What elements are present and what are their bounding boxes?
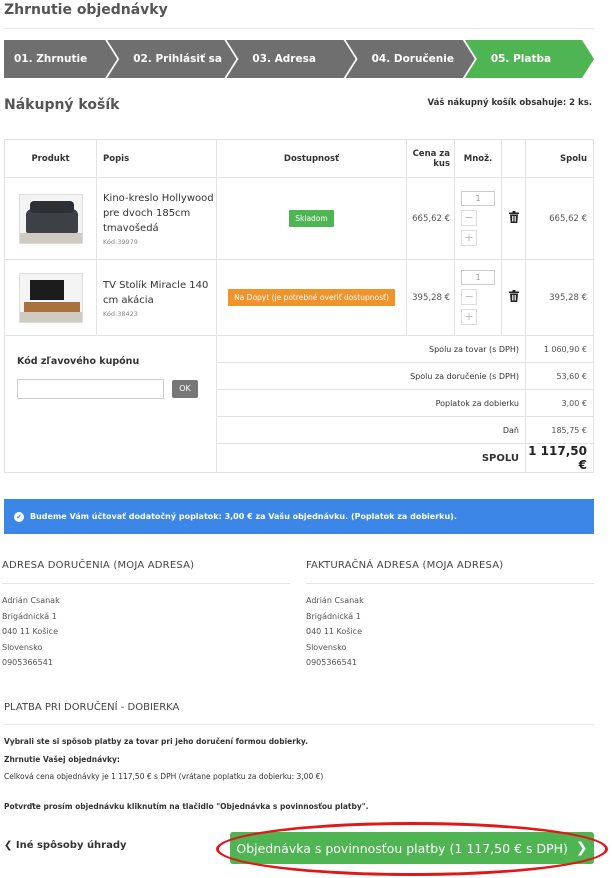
col-delete [501, 139, 526, 178]
status-badge: Skladom [289, 210, 334, 227]
product-name-link[interactable]: TV Stolík Miracle 140 cm akácia [97, 278, 216, 308]
step-summary[interactable]: 01. Zhrnutie [4, 40, 117, 78]
grand-total-value: 1 117,50 € [525, 443, 594, 473]
col-description: Popis [96, 139, 217, 178]
subtotal-goods-value: 1 060,90 € [525, 335, 594, 363]
checkout-steps: 01. Zhrnutie 02. Prihlásiť sa 03. Adresa… [4, 40, 594, 78]
address-line: 040 11 Košice [306, 627, 362, 636]
quantity-decrease-button[interactable]: − [461, 210, 477, 226]
coupon-ok-button[interactable]: OK [172, 380, 198, 398]
delivery-address-title: ADRESA DORUČENIA (MOJA ADRESA) [2, 560, 290, 584]
address-line: 0905366541 [306, 658, 357, 667]
tax-label: Daň [216, 416, 526, 444]
delivery-total-label: Spolu za doručenie (s DPH) [216, 362, 526, 390]
quantity-input[interactable]: 1 [461, 270, 495, 285]
address-line: Brigádnická 1 [306, 611, 361, 621]
billing-address-title: FAKTURAČNÁ ADRESA (MOJA ADRESA) [306, 560, 594, 584]
coupon-label: Kód zľavového kupónu [17, 356, 140, 367]
table-row: Kino-kreslo Hollywood pre dvoch 185cm tm… [4, 177, 594, 260]
unit-price: 665,62 € [406, 177, 455, 260]
availability-cell: Na Dopyt (je potrebné overiť dostupnosť) [216, 259, 407, 336]
trash-icon[interactable] [508, 211, 519, 223]
quantity-increase-button[interactable]: + [461, 309, 477, 325]
address-line: 0905366541 [2, 658, 53, 667]
col-availability: Dostupnosť [216, 139, 407, 178]
tax-value: 185,75 € [525, 416, 594, 444]
line-total: 395,28 € [525, 259, 594, 336]
confirm-instruction: Potvrďte prosím objednávku kliknutím na … [4, 802, 369, 811]
address-line: Adrián Csanak [2, 596, 60, 605]
product-image-cell [4, 259, 97, 336]
title-divider [4, 28, 594, 29]
other-payment-methods-link[interactable]: ❮ Iné spôsoby úhrady [4, 840, 127, 851]
quantity-input[interactable]: 1 [461, 191, 495, 206]
cod-fee-value: 3,00 € [525, 389, 594, 417]
fee-info-text: Budeme Vám účtovať dodatočný poplatok: 3… [30, 512, 457, 521]
payment-divider [4, 724, 594, 725]
cart-header-row: Produkt Popis Dostupnosť Cena za kus Mno… [4, 139, 594, 178]
subtotal-goods-label: Spolu za tovar (s DPH) [216, 335, 526, 363]
unit-price: 395,28 € [406, 259, 455, 336]
col-unit-price: Cena za kus [406, 139, 455, 178]
address-line: 040 11 Košice [2, 627, 58, 636]
delete-cell [501, 259, 526, 336]
step-delivery[interactable]: 04. Doručenie [346, 40, 475, 78]
step-login[interactable]: 02. Prihlásiť sa [107, 40, 236, 78]
coupon-section: Kód zľavového kupónu OK [4, 335, 217, 473]
check-circle-icon: ✔ [14, 511, 24, 522]
delete-cell [501, 177, 526, 260]
address-line: Slovensko [2, 642, 43, 652]
col-quantity: Množ. [454, 139, 502, 178]
product-description: Kino-kreslo Hollywood pre dvoch 185cm tm… [96, 177, 217, 260]
quantity-decrease-button[interactable]: − [461, 289, 477, 305]
product-description: TV Stolík Miracle 140 cm akácia Kód:3842… [96, 259, 217, 336]
col-total: Spolu [525, 139, 594, 178]
table-row: TV Stolík Miracle 140 cm akácia Kód:3842… [4, 259, 594, 336]
product-code: Kód:39979 [103, 238, 138, 246]
order-summary-text: Celková cena objednávky je 1 117,50 € s … [4, 772, 324, 781]
line-total: 665,62 € [525, 177, 594, 260]
availability-cell: Skladom [216, 177, 407, 260]
cart-heading: Nákupný košík [4, 97, 120, 113]
confirm-order-label: Objednávka s povinnosťou platby (1 117,5… [236, 840, 568, 856]
address-line: Brigádnická 1 [2, 611, 57, 621]
billing-address: FAKTURAČNÁ ADRESA (MOJA ADRESA) Adrián C… [306, 560, 594, 671]
step-payment[interactable]: 05. Platba [465, 40, 594, 78]
product-image[interactable] [18, 272, 83, 323]
address-line: Adrián Csanak [306, 596, 364, 605]
product-image[interactable] [18, 193, 83, 244]
product-code: Kód:38423 [103, 309, 138, 318]
cart-table: Produkt Popis Dostupnosť Cena za kus Mno… [4, 139, 594, 473]
confirm-order-button[interactable]: Objednávka s povinnosťou platby (1 117,5… [230, 832, 594, 864]
delivery-address: ADRESA DORUČENIA (MOJA ADRESA) Adrián Cs… [2, 560, 290, 671]
cod-fee-label: Poplatok za dobierku [216, 389, 526, 417]
chevron-left-icon: ❮ [4, 840, 13, 851]
delivery-total-value: 53,60 € [525, 362, 594, 390]
quantity-increase-button[interactable]: + [461, 230, 477, 246]
payment-title: PLATBA PRI DORUČENÍ - DOBIERKA [4, 702, 180, 713]
product-image-cell [4, 177, 97, 260]
trash-icon[interactable] [508, 290, 519, 302]
grand-total-label: SPOLU [216, 443, 526, 473]
summary-row: Kód zľavového kupónu OK Spolu za tovar (… [4, 335, 594, 473]
coupon-input[interactable] [17, 379, 164, 399]
page-title: Zhrnutie objednávky [4, 2, 168, 18]
chevron-right-icon: ❯ [575, 840, 588, 856]
cart-count: Váš nákupný košík obsahuje: 2 ks. [427, 98, 592, 108]
address-line: Slovensko [306, 642, 347, 652]
step-address[interactable]: 03. Adresa [226, 40, 355, 78]
order-summary-heading: Zhrnutie Vašej objednávky: [4, 755, 120, 764]
payment-chosen-text: Vybrali ste si spôsob platby za tovar pr… [4, 737, 308, 746]
quantity-cell: 1 − + [454, 177, 502, 260]
fee-info-banner: ✔ Budeme Vám účtovať dodatočný poplatok:… [4, 499, 594, 534]
status-badge: Na Dopyt (je potrebné overiť dostupnosť) [228, 289, 395, 306]
back-link-label: Iné spôsoby úhrady [15, 840, 127, 851]
product-name-link[interactable]: Kino-kreslo Hollywood pre dvoch 185cm tm… [97, 191, 216, 236]
quantity-cell: 1 − + [454, 259, 502, 336]
col-product: Produkt [4, 139, 97, 178]
